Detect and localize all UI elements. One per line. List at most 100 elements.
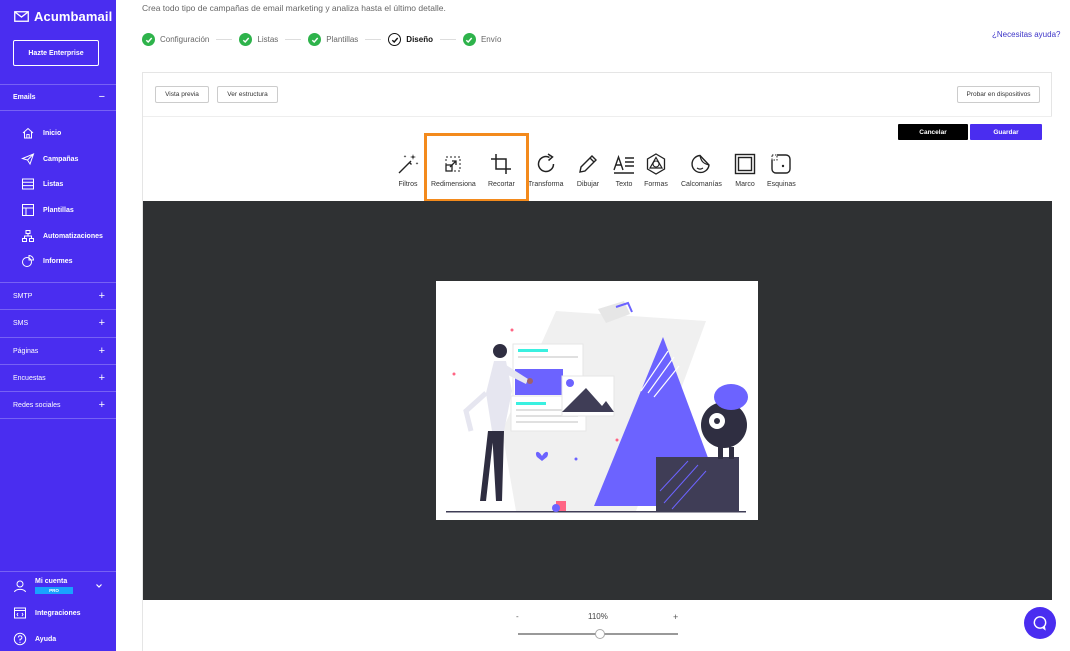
magic-wand-icon	[398, 154, 419, 174]
section-label: SMTP	[13, 292, 33, 300]
sidebar-item-ayuda[interactable]: Ayuda	[13, 632, 56, 646]
chat-icon	[1033, 616, 1047, 631]
template-icon	[22, 204, 34, 216]
home-icon	[22, 127, 34, 139]
step-connector	[285, 39, 302, 40]
expand-icon[interactable]: +	[99, 372, 105, 384]
step-connector	[439, 39, 456, 40]
sidebar-item-automatizaciones[interactable]: Automatizaciones	[21, 228, 111, 244]
section-emails[interactable]: Emails −	[13, 90, 105, 104]
zoom-value: 110%	[588, 612, 608, 621]
preview-button[interactable]: Vista previa	[155, 86, 209, 103]
step-diseno[interactable]: Diseño	[388, 33, 433, 46]
tool-label: Formas	[644, 181, 668, 188]
sidebar-item-label: Plantillas	[43, 206, 74, 214]
sidebar-item-listas[interactable]: Listas	[21, 176, 111, 192]
sidebar-item-label: Integraciones	[35, 609, 81, 617]
sidebar: Acumbamail Hazte Enterprise Emails − Ini…	[0, 0, 116, 651]
structure-button[interactable]: Ver estructura	[217, 86, 278, 103]
sidebar-item-inicio[interactable]: Inicio	[21, 125, 111, 141]
sidebar-item-campanas[interactable]: Campañas	[21, 151, 111, 167]
step-listas[interactable]: Listas	[239, 33, 278, 46]
collapse-icon[interactable]: −	[99, 91, 105, 103]
frame-icon	[734, 153, 756, 175]
tool-dibujar[interactable]: Dibujar	[576, 152, 600, 188]
rotate-icon	[537, 153, 555, 173]
divider	[0, 571, 116, 572]
divider	[0, 282, 116, 283]
expand-icon[interactable]: +	[99, 317, 105, 329]
tool-calcomanias[interactable]: Calcomanías	[681, 152, 722, 188]
tool-esquinas[interactable]: Esquinas	[767, 152, 796, 188]
chat-support-button[interactable]	[1024, 607, 1056, 639]
section-label: Páginas	[13, 347, 39, 355]
page-subtitle: Crea todo tipo de campañas de email mark…	[142, 3, 446, 13]
tool-highlight-box	[424, 133, 529, 202]
account-menu[interactable]: Mi cuenta PRO	[13, 578, 105, 594]
save-button[interactable]: Guardar	[970, 124, 1042, 140]
enterprise-button[interactable]: Hazte Enterprise	[13, 40, 99, 66]
check-icon	[388, 33, 402, 46]
zoom-slider-thumb[interactable]	[594, 629, 605, 639]
section-sms[interactable]: SMS +	[13, 316, 105, 330]
reports-icon	[22, 254, 35, 267]
step-connector	[216, 39, 233, 40]
tool-formas[interactable]: Formas	[644, 152, 668, 188]
tool-filtros[interactable]: Filtros	[396, 152, 420, 188]
sidebar-item-label: Informes	[43, 257, 73, 265]
tool-transforma[interactable]: Transforma	[528, 152, 564, 188]
sidebar-item-label: Campañas	[43, 155, 79, 163]
zoom-in-button[interactable]: +	[673, 612, 678, 622]
section-encuestas[interactable]: Encuestas +	[13, 371, 105, 385]
edited-image[interactable]	[436, 281, 758, 520]
tool-texto[interactable]: Texto	[612, 152, 636, 188]
sidebar-item-informes[interactable]: Informes	[21, 253, 111, 269]
step-envio[interactable]: Envío	[462, 33, 502, 46]
sidebar-item-integraciones[interactable]: Integraciones	[13, 606, 81, 620]
account-label: Mi cuenta	[35, 578, 68, 585]
cancel-button[interactable]: Cancelar	[898, 124, 968, 140]
sticker-icon	[691, 154, 711, 174]
mail-icon	[14, 11, 29, 22]
user-icon	[14, 580, 26, 593]
check-icon	[239, 33, 253, 46]
section-label: Emails	[13, 93, 36, 101]
integrations-icon	[14, 607, 26, 619]
step-plantillas[interactable]: Plantillas	[308, 33, 358, 46]
tool-label: Transforma	[528, 181, 564, 188]
tool-label: Calcomanías	[681, 181, 722, 188]
sidebar-item-label: Ayuda	[35, 635, 57, 643]
devices-button[interactable]: Probar en dispositivos	[957, 86, 1040, 103]
pro-badge: PRO	[35, 587, 73, 594]
step-label: Envío	[480, 35, 502, 44]
step-label: Plantillas	[326, 35, 359, 44]
help-link[interactable]: ¿Necesitas ayuda?	[992, 30, 1060, 39]
chevron-down-icon[interactable]	[95, 582, 103, 590]
help-icon	[13, 632, 27, 646]
tool-label: Esquinas	[767, 181, 796, 188]
tool-label: Marco	[735, 181, 755, 188]
automation-icon	[22, 230, 34, 242]
expand-icon[interactable]: +	[99, 290, 105, 302]
expand-icon[interactable]: +	[99, 399, 105, 411]
check-icon	[308, 33, 322, 46]
section-label: SMS	[13, 319, 29, 327]
divider	[0, 391, 116, 392]
section-paginas[interactable]: Páginas +	[13, 344, 105, 358]
section-smtp[interactable]: SMTP +	[13, 289, 105, 303]
zoom-out-button[interactable]: -	[516, 612, 519, 621]
pencil-icon	[579, 155, 597, 173]
tool-marco[interactable]: Marco	[733, 152, 757, 188]
section-redes-sociales[interactable]: Redes sociales +	[13, 398, 105, 412]
step-configuracion[interactable]: Configuración	[142, 33, 209, 46]
brand-logo[interactable]: Acumbamail	[14, 9, 112, 24]
sidebar-item-label: Inicio	[43, 129, 62, 137]
wizard-steps: Configuración Listas Plantillas Diseño E…	[142, 33, 501, 46]
divider	[0, 337, 116, 338]
sidebar-item-label: Automatizaciones	[43, 232, 103, 240]
sidebar-item-label: Listas	[43, 180, 64, 188]
corners-icon	[771, 154, 792, 174]
sidebar-item-plantillas[interactable]: Plantillas	[21, 202, 111, 218]
expand-icon[interactable]: +	[99, 345, 105, 357]
zoom-bar	[143, 600, 1052, 651]
